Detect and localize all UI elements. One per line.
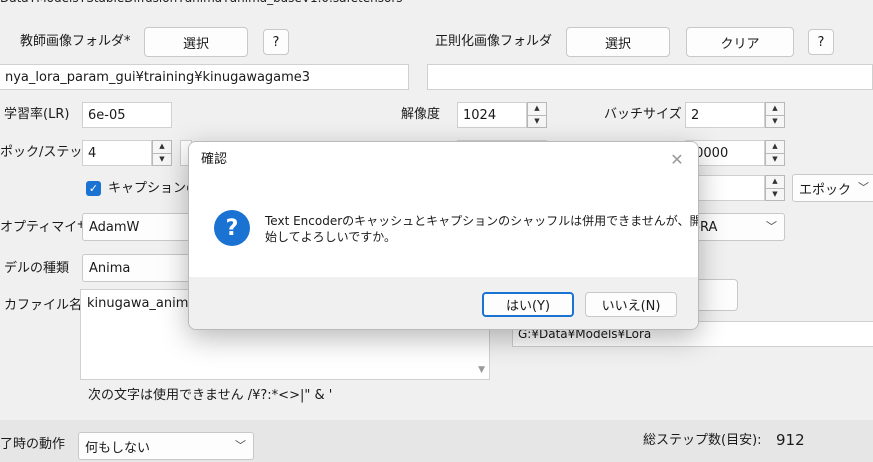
model-type-select[interactable]: Anima (82, 254, 192, 282)
chevron-down-icon: ﹀ (766, 220, 777, 234)
resolution-input[interactable]: 1024 (457, 102, 527, 128)
optimizer-label: オプティマイザ (0, 220, 91, 235)
lora-type-select[interactable]: oRA ﹀ (685, 213, 785, 241)
forbidden-chars-hint: 次の文字は使用できません /¥?:*<>|" & ' (88, 388, 333, 403)
spin-up-icon[interactable]: ▲ (766, 103, 784, 115)
optimizer-select[interactable]: AdamW (82, 213, 192, 241)
dialog-message-line2: 始してよろしいですか。 (265, 230, 397, 244)
optimizer-value: AdamW (89, 219, 140, 235)
dialog-message-line1: Text Encoderのキャッシュとキャプションのシャッフルは併用できませんが… (265, 214, 699, 228)
spin-down-icon[interactable]: ▼ (528, 114, 546, 128)
no-button[interactable]: いいえ(N) (585, 292, 677, 317)
output-name-label: カファイル名 (4, 298, 83, 313)
epoch-unit-select[interactable]: エポック ﹀ (792, 174, 873, 202)
chevron-down-icon: ﹀ (858, 181, 869, 195)
batch-size-spinner[interactable]: ▲ ▼ (765, 102, 785, 128)
spin-up-icon[interactable]: ▲ (766, 176, 784, 188)
dialog-footer: はい(Y) いいえ(N) (189, 277, 698, 329)
scroll-down-arrow-icon[interactable]: ▼ (478, 365, 485, 375)
spin-down-icon[interactable]: ▼ (766, 114, 784, 128)
teacher-folder-select-button[interactable]: 選択 (144, 27, 248, 57)
caption-checkbox[interactable]: ✓ (86, 181, 101, 196)
batch-size-input[interactable]: 2 (685, 102, 765, 128)
save-interval-spinner[interactable]: ▲ ▼ (765, 175, 785, 201)
batch-size-label: バッチサイズ (604, 107, 682, 122)
chevron-down-icon: ﹀ (235, 439, 246, 453)
resolution-spinner[interactable]: ▲ ▼ (527, 102, 547, 128)
finish-action-value: 何もしない (85, 440, 151, 456)
total-steps-label: 総ステップ数(目安): (643, 433, 762, 448)
regularization-folder-path-input[interactable] (427, 64, 873, 90)
output-name-value: kinugawa_anim (87, 296, 189, 311)
total-steps-value: 912 (776, 431, 805, 449)
resolution-label: 解像度 (401, 107, 441, 122)
close-icon[interactable]: ✕ (667, 150, 687, 170)
learning-rate-label: 学習率(LR) (4, 107, 70, 122)
learning-rate-input[interactable]: 6e-05 (82, 102, 172, 128)
dialog-message: Text Encoderのキャッシュとキャプションのシャッフルは併用できませんが… (265, 213, 699, 245)
teacher-folder-path-input[interactable]: nya_lora_param_gui¥training¥kinugawagame… (0, 64, 409, 90)
model-type-value: Anima (89, 260, 131, 276)
model-path-text: Data¥Models¥StableDiffusion¥anima¥anima_… (0, 0, 403, 8)
spin-up-icon[interactable]: ▲ (766, 141, 784, 153)
spin-up-icon[interactable]: ▲ (153, 141, 171, 153)
question-icon: ? (214, 210, 250, 246)
regularization-folder-clear-button[interactable]: クリア (686, 27, 794, 57)
regularization-folder-help-button[interactable]: ? (808, 29, 834, 55)
teacher-folder-label: 教師画像フォルダ* (20, 34, 131, 49)
caption-checkbox-label: キャプションの (108, 181, 200, 196)
finish-action-label: 了時の動作 (0, 437, 66, 452)
spin-down-icon[interactable]: ▼ (153, 152, 171, 166)
teacher-folder-help-button[interactable]: ? (263, 29, 289, 55)
spin-up-icon[interactable]: ▲ (528, 103, 546, 115)
confirm-dialog: 確認 ✕ ? Text Encoderのキャッシュとキャプションのシャッフルは併… (188, 141, 699, 330)
epoch-step-spinner[interactable]: ▲ ▼ (152, 140, 172, 166)
dialog-titlebar[interactable]: 確認 ✕ (189, 142, 698, 179)
epoch-unit-value: エポック (799, 182, 852, 198)
spin-down-icon[interactable]: ▼ (766, 187, 784, 201)
finish-action-select[interactable]: 何もしない ﹀ (78, 432, 254, 460)
epoch-step-input[interactable]: 4 (82, 140, 152, 166)
regularization-folder-label: 正則化画像フォルダ (435, 34, 553, 49)
spin-down-icon[interactable]: ▼ (766, 152, 784, 166)
yes-button[interactable]: はい(Y) (482, 292, 574, 317)
model-type-label: デルの種類 (4, 261, 70, 276)
regularization-folder-select-button[interactable]: 選択 (566, 27, 670, 57)
numeric-value-spinner[interactable]: ▲ ▼ (765, 140, 785, 166)
dialog-title: 確認 (201, 152, 228, 167)
